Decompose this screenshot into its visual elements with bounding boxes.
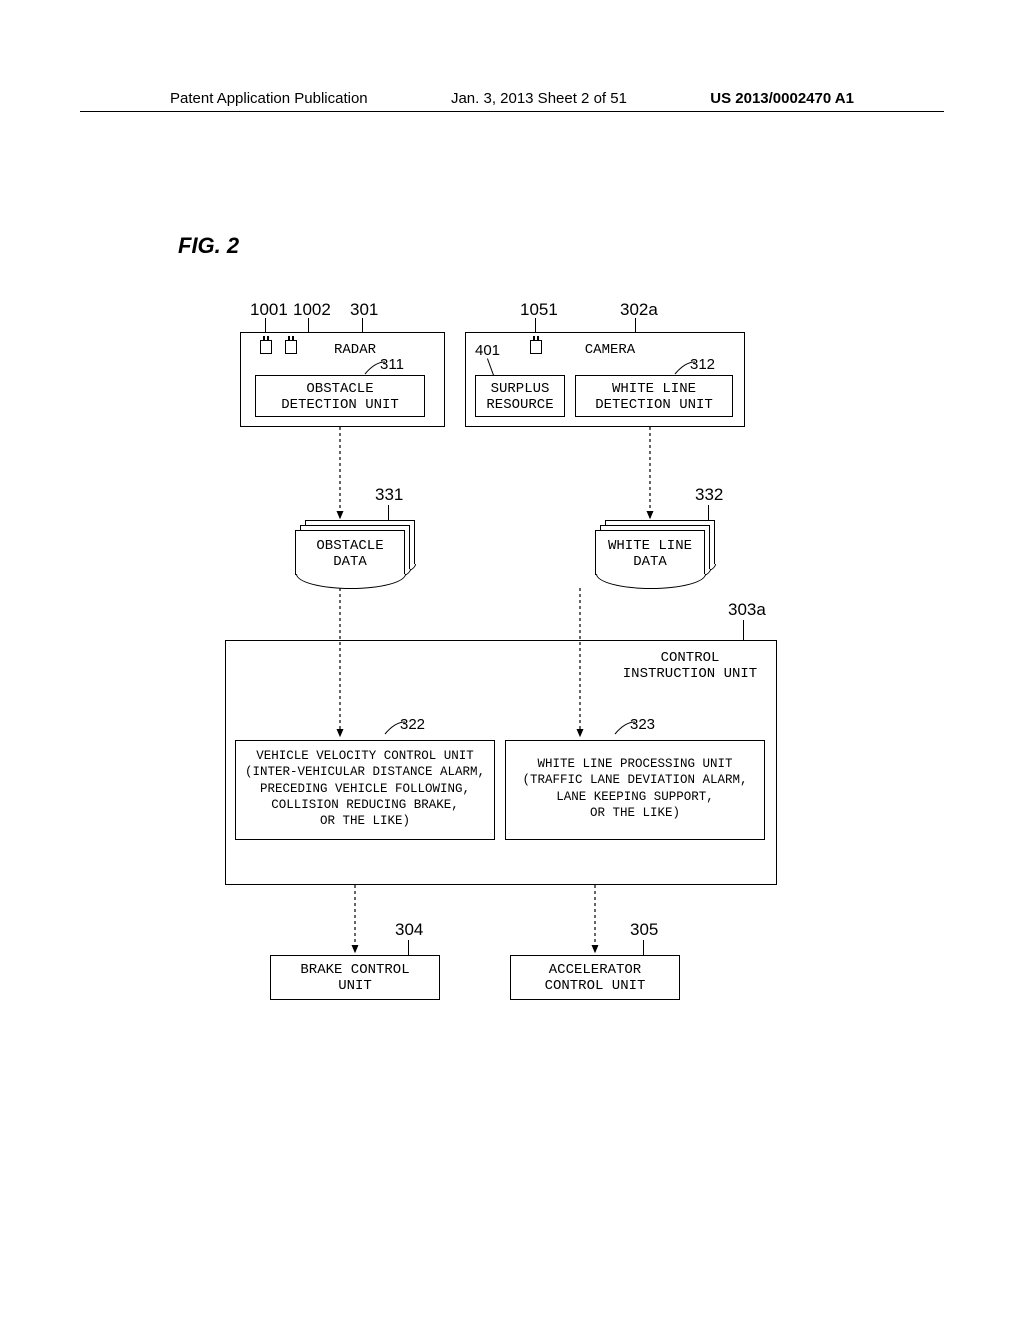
header-center: Jan. 3, 2013 Sheet 2 of 51 (451, 90, 627, 107)
diagram-fig2: 1001 1002 301 1051 302a RADAR 311 OBSTAC… (210, 300, 800, 1090)
figure-label: FIG. 2 (178, 233, 239, 259)
header-left: Patent Application Publication (170, 90, 368, 107)
page-header: Patent Application Publication Jan. 3, 2… (80, 0, 944, 112)
arrows-svg (210, 300, 810, 1100)
header-right: US 2013/0002470 A1 (710, 90, 854, 107)
